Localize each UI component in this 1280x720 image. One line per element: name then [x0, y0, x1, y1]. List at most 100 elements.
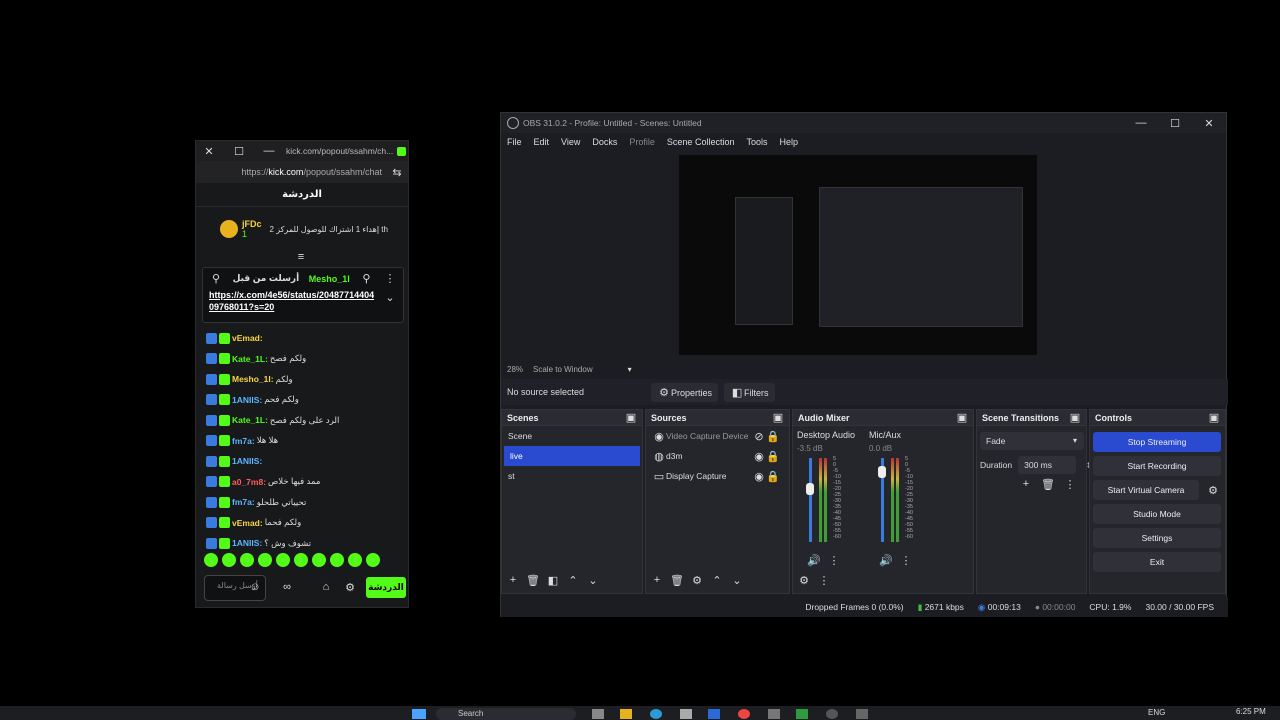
emote-icon[interactable] [348, 553, 362, 567]
chat-username[interactable]: vEmad: [232, 333, 263, 343]
minimize-icon[interactable]: — [1134, 117, 1148, 130]
volume-slider-handle[interactable] [878, 466, 886, 479]
store-icon[interactable] [680, 709, 692, 719]
dock-undock-icon[interactable]: ▣ [771, 411, 785, 424]
chat-username[interactable]: Kate_1L: [232, 415, 268, 425]
pin-toggle-icon[interactable]: ⚲ [359, 272, 373, 285]
virtual-camera-settings-icon[interactable]: ⚙ [1206, 484, 1220, 497]
source-item[interactable]: ◍ d3m ◉ 🔒 [646, 446, 789, 466]
site-settings-icon[interactable]: ⇆ [390, 166, 404, 179]
chevron-up-icon[interactable]: ⌃ [710, 574, 724, 587]
emote-icon[interactable] [330, 553, 344, 567]
speaker-icon[interactable]: 🔊 [879, 554, 893, 567]
more-options-icon[interactable]: ⋮ [899, 554, 913, 567]
more-options-icon[interactable]: ⋮ [827, 554, 841, 567]
maximize-icon[interactable]: ☐ [1168, 117, 1182, 130]
eye-icon[interactable]: ◉ [752, 470, 766, 483]
edge-icon[interactable] [650, 709, 662, 719]
source-item[interactable]: ◉ Video Capture Device ⊘ 🔒 [646, 426, 789, 446]
menu-item-tools[interactable]: Tools [746, 137, 767, 147]
chat-username[interactable]: vEmad: [232, 518, 263, 528]
control-stop-streaming[interactable]: Stop Streaming [1093, 432, 1221, 452]
clock[interactable]: 6:25 PM [1236, 707, 1266, 716]
filters-button[interactable]: ◧ Filters [724, 382, 775, 402]
volume-slider[interactable] [809, 458, 812, 542]
emote-icon[interactable] [240, 553, 254, 567]
address-bar[interactable]: https://kick.com/popout/ssahm/chat ⇆ [196, 161, 408, 183]
windows-start-icon[interactable] [412, 709, 426, 719]
menu-item-docks[interactable]: Docks [592, 137, 617, 147]
chevron-down-icon[interactable]: ⌄ [730, 574, 744, 587]
dock-undock-icon[interactable]: ▣ [955, 411, 969, 424]
emote-icon[interactable] [294, 553, 308, 567]
menu-item-help[interactable]: Help [779, 137, 798, 147]
emote-icon[interactable] [366, 553, 380, 567]
gear-icon[interactable]: ⚙ [690, 574, 704, 587]
control-settings[interactable]: Settings [1093, 528, 1221, 548]
add-icon[interactable]: + [650, 574, 664, 587]
gear-icon[interactable]: ⚙ [343, 581, 357, 594]
add-icon[interactable]: + [506, 574, 520, 587]
transition-select[interactable]: Fade ▾ [980, 432, 1084, 450]
emoji-icon[interactable]: ☺ [248, 581, 262, 593]
properties-button[interactable]: ⚙ Properties [651, 382, 719, 402]
chevron-up-icon[interactable]: ⌃ [566, 574, 580, 587]
dock-undock-icon[interactable]: ▣ [1207, 411, 1221, 424]
eye-icon[interactable]: ◉ [752, 450, 766, 463]
minimize-icon[interactable]: — [262, 145, 276, 157]
duration-input[interactable]: 300 ms [1018, 456, 1077, 474]
chat-username[interactable]: Kate_1L: [232, 354, 268, 364]
emote-icon[interactable] [276, 553, 290, 567]
store-icon[interactable]: ⌂ [319, 581, 333, 593]
app-icon[interactable] [856, 709, 868, 719]
settings-app-icon[interactable] [768, 709, 780, 719]
chevron-down-icon[interactable]: ▾ [623, 365, 637, 374]
trash-icon[interactable]: 🗑 [670, 574, 684, 587]
chat-username[interactable]: fm7a: [232, 497, 255, 507]
source-item[interactable]: ▭ Display Capture ◉ 🔒 [646, 466, 789, 486]
language-indicator[interactable]: ENG [1148, 708, 1165, 717]
taskbar-search[interactable]: Search [436, 708, 576, 720]
control-studio-mode[interactable]: Studio Mode [1093, 504, 1221, 524]
chat-send-button[interactable]: الدردشة [366, 577, 406, 598]
menu-item-edit[interactable]: Edit [534, 137, 550, 147]
pinned-link[interactable]: https://x.com/4e56/status/20487714404097… [209, 289, 379, 313]
emote-icon[interactable] [312, 553, 326, 567]
collapse-icon[interactable]: ≡ [294, 251, 308, 263]
xbox-icon[interactable] [796, 709, 808, 719]
dock-undock-icon[interactable]: ▣ [1068, 411, 1082, 424]
taskview-icon[interactable] [592, 709, 604, 719]
mail-icon[interactable] [708, 709, 720, 719]
visibility-hidden-icon[interactable]: ⊘ [752, 430, 766, 443]
control-start-recording[interactable]: Start Recording [1093, 456, 1221, 476]
menu-item-view[interactable]: View [561, 137, 580, 147]
infinity-icon[interactable]: ∞ [280, 581, 294, 593]
chevron-down-icon[interactable]: ⌄ [586, 574, 600, 587]
more-options-icon[interactable]: ⋮ [817, 574, 831, 587]
scene-item[interactable]: live [504, 446, 640, 466]
chat-username[interactable]: fm7a: [232, 436, 255, 446]
more-options-icon[interactable]: ⋮ [383, 272, 397, 285]
menu-item-scene-collection[interactable]: Scene Collection [667, 137, 735, 147]
lock-icon[interactable]: 🔒 [766, 470, 780, 483]
file-explorer-icon[interactable] [620, 709, 632, 719]
chat-username[interactable]: 1ANIIS: [232, 538, 262, 548]
more-options-icon[interactable]: ⋮ [1063, 478, 1077, 491]
close-icon[interactable]: ✕ [202, 145, 216, 158]
menu-item-file[interactable]: File [507, 137, 522, 147]
mixer-settings-icon[interactable]: ⚙ [797, 574, 811, 587]
chrome-icon[interactable] [738, 709, 750, 719]
emote-icon[interactable] [258, 553, 272, 567]
chat-username[interactable]: 1ANIIS: [232, 456, 262, 466]
lock-icon[interactable]: 🔒 [766, 430, 780, 443]
filter-icon[interactable]: ◧ [546, 574, 560, 587]
emote-icon[interactable] [222, 553, 236, 567]
chat-username[interactable]: a0_7m8: [232, 477, 266, 487]
lock-icon[interactable]: 🔒 [766, 450, 780, 463]
trash-icon[interactable]: 🗑 [526, 574, 540, 587]
emote-icon[interactable] [204, 553, 218, 567]
dock-undock-icon[interactable]: ▣ [624, 411, 638, 424]
scene-item[interactable]: st [502, 466, 642, 486]
preview-canvas[interactable] [679, 155, 1037, 355]
chevron-down-icon[interactable]: ⌄ [383, 291, 397, 313]
